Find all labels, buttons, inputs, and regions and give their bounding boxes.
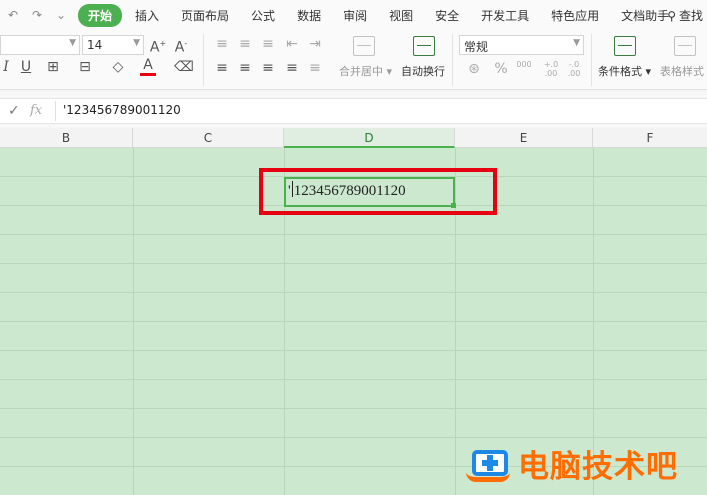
column-header-f[interactable]: F bbox=[593, 128, 707, 148]
column-header-c[interactable]: C bbox=[133, 128, 284, 148]
align-bottom-icon[interactable]: ≡ bbox=[258, 35, 278, 53]
font-color-icon[interactable]: A bbox=[140, 58, 156, 76]
eraser-icon[interactable]: ⌫ bbox=[173, 58, 195, 76]
tab-developer[interactable]: 开发工具 bbox=[470, 7, 540, 24]
align-left-icon[interactable]: ≡ bbox=[212, 59, 232, 77]
search-button[interactable]: ⚲ 查找 bbox=[667, 7, 703, 24]
watermark-text: 电脑技术吧 bbox=[518, 449, 678, 485]
align-middle-icon[interactable]: ≡ bbox=[235, 35, 255, 53]
tab-security[interactable]: 安全 bbox=[424, 7, 470, 24]
highlight-box bbox=[259, 168, 497, 215]
conditional-format-icon[interactable] bbox=[614, 36, 636, 56]
tab-view[interactable]: 视图 bbox=[378, 7, 424, 24]
undo-icon[interactable]: ↶ bbox=[6, 8, 20, 22]
tab-page-layout[interactable]: 页面布局 bbox=[170, 7, 240, 24]
indent-decrease-icon[interactable]: ⇤ bbox=[282, 35, 302, 53]
formula-input[interactable]: '123456789001120 bbox=[55, 101, 707, 121]
tab-special-apps[interactable]: 特色应用 bbox=[540, 7, 610, 24]
chevron-down-icon: ▼ bbox=[573, 38, 580, 48]
quick-access-toolbar: ↶ ↷ ⌄ bbox=[0, 8, 68, 22]
watermark: 电脑技术吧 bbox=[466, 441, 678, 486]
border-icon[interactable]: ⊞ bbox=[42, 58, 64, 76]
decrease-decimal-icon[interactable]: -.0 .00 bbox=[563, 60, 585, 78]
thousands-icon[interactable]: 000 bbox=[513, 60, 535, 69]
ribbon: ▼ 14 ▼ A+ A- I U ⊞ ⊟ ◇ A ⌫ ≡ ≡ ≡ ⇤ ⇥ ≡ ≡… bbox=[0, 30, 707, 90]
percent-icon[interactable]: % bbox=[493, 60, 509, 78]
fill-color-icon[interactable]: ◇ bbox=[107, 58, 129, 76]
underline-icon[interactable]: U bbox=[18, 58, 34, 76]
tab-formulas[interactable]: 公式 bbox=[240, 7, 286, 24]
search-icon: ⚲ bbox=[667, 8, 676, 23]
cell-style-icon[interactable]: ⊟ bbox=[74, 58, 96, 76]
redo-icon[interactable]: ↷ bbox=[30, 8, 44, 22]
chevron-down-icon: ▼ bbox=[69, 38, 76, 48]
column-header-d[interactable]: D bbox=[284, 128, 455, 148]
check-icon[interactable]: ✓ bbox=[8, 103, 20, 119]
merge-center-button[interactable]: 合并居中 ▾ bbox=[339, 63, 392, 79]
font-size-select[interactable]: 14 ▼ bbox=[82, 35, 144, 55]
italic-icon[interactable]: I bbox=[0, 58, 12, 76]
justify-icon[interactable]: ≡ bbox=[282, 59, 302, 77]
decrease-font-icon[interactable]: A- bbox=[172, 35, 190, 57]
currency-icon[interactable]: ⊛ bbox=[463, 60, 485, 78]
increase-decimal-icon[interactable]: +.0 .00 bbox=[540, 60, 562, 78]
wrap-text-icon[interactable] bbox=[413, 36, 435, 56]
table-style-button[interactable]: 表格样式 bbox=[660, 63, 704, 79]
font-name-select[interactable]: ▼ bbox=[0, 35, 80, 55]
tab-home[interactable]: 开始 bbox=[78, 3, 123, 27]
font-size-value: 14 bbox=[87, 38, 103, 52]
tab-data[interactable]: 数据 bbox=[286, 7, 332, 24]
align-right-icon[interactable]: ≡ bbox=[258, 59, 278, 77]
column-header-b[interactable]: B bbox=[0, 128, 133, 148]
customize-dropdown-icon[interactable]: ⌄ bbox=[54, 8, 68, 22]
function-icon[interactable]: fx bbox=[30, 103, 42, 118]
table-style-icon[interactable] bbox=[674, 36, 696, 56]
align-center-icon[interactable]: ≡ bbox=[235, 59, 255, 77]
distribute-icon[interactable]: ≡ bbox=[305, 59, 325, 77]
column-headers: B C D E F bbox=[0, 128, 707, 148]
menu-bar: ↶ ↷ ⌄ 开始 插入 页面布局 公式 数据 审阅 视图 安全 开发工具 特色应… bbox=[0, 0, 707, 30]
number-format-select[interactable]: 常规 ▼ bbox=[459, 35, 584, 55]
indent-increase-icon[interactable]: ⇥ bbox=[305, 35, 325, 53]
watermark-logo-icon bbox=[466, 444, 512, 484]
formula-bar: ✓ fx '123456789001120 bbox=[0, 98, 707, 124]
conditional-format-button[interactable]: 条件格式 ▾ bbox=[598, 63, 651, 79]
tab-insert[interactable]: 插入 bbox=[124, 7, 170, 24]
wrap-text-button[interactable]: 自动换行 bbox=[401, 63, 445, 79]
align-top-icon[interactable]: ≡ bbox=[212, 35, 232, 53]
chevron-down-icon: ▼ bbox=[133, 38, 140, 48]
number-format-value: 常规 bbox=[464, 40, 489, 54]
menu-tabs: 开始 插入 页面布局 公式 数据 审阅 视图 安全 开发工具 特色应用 文档助手 bbox=[78, 3, 680, 27]
column-header-e[interactable]: E bbox=[455, 128, 593, 148]
merge-cells-icon[interactable] bbox=[353, 36, 375, 56]
search-label: 查找 bbox=[678, 9, 703, 23]
increase-font-icon[interactable]: A+ bbox=[149, 35, 167, 57]
tab-review[interactable]: 审阅 bbox=[332, 7, 378, 24]
